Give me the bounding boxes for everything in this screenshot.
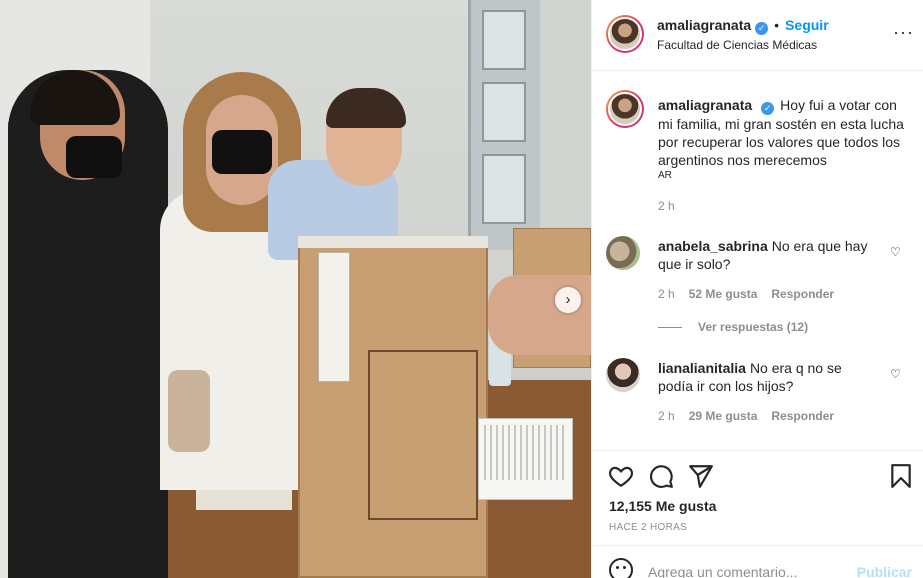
person-left-mask (66, 136, 122, 178)
like-comment-heart-icon[interactable]: ♡ (890, 246, 902, 258)
add-comment-bar: Publicar (592, 545, 923, 578)
door-pane (482, 154, 526, 224)
comment-icon[interactable] (648, 463, 674, 489)
comment-input[interactable] (648, 564, 848, 578)
commenter-avatar[interactable] (606, 358, 640, 392)
ballot-box-top (298, 236, 488, 248)
arm (488, 275, 591, 355)
ballot-box-print (368, 350, 478, 520)
comment-text-block: anabela_sabrina No era que hay que ir sol… (658, 237, 878, 273)
likes-count[interactable]: 12,155 Me gusta (609, 498, 716, 514)
comment-time[interactable]: 2 h (658, 287, 675, 301)
door-pane (482, 82, 526, 142)
ballot-box-label (318, 252, 350, 382)
post-side-panel: amaliagranata ✓ • Seguir Facultad de Cienci… (591, 0, 923, 578)
door-pane (482, 10, 526, 70)
save-bookmark-icon[interactable] (888, 463, 914, 489)
caption-avatar[interactable] (606, 90, 644, 128)
header-username[interactable]: amaliagranata (657, 17, 751, 33)
comment-meta: 2 h 29 Me gusta Responder (658, 409, 848, 423)
replies-line (658, 327, 682, 329)
heart-icon[interactable] (608, 463, 634, 489)
location-link[interactable]: Facultad de Ciencias Médicas (657, 38, 817, 52)
comment-likes[interactable]: 29 Me gusta (689, 409, 758, 423)
verified-icon: ✓ (761, 102, 775, 115)
post-actions: 12,155 Me gusta HACE 2 HORAS (592, 450, 923, 545)
wall-right (540, 0, 591, 230)
comment-username[interactable]: lianalianitalia (658, 360, 746, 376)
view-replies-label: Ver respuestas (12) (698, 320, 809, 334)
woman-mask (212, 130, 272, 174)
voter-register-lines (484, 425, 564, 480)
comment-username[interactable]: anabela_sabrina (658, 238, 768, 254)
comments-list[interactable]: amaliagranata ✓ Hoy fui a votar con mi fam… (592, 72, 923, 450)
region-tag: AR (658, 170, 672, 181)
next-photo-button[interactable]: › (555, 287, 581, 313)
child-hair (326, 88, 406, 128)
view-replies-button[interactable]: Ver respuestas (12) (658, 320, 808, 334)
commenter-avatar[interactable] (606, 236, 640, 270)
more-options-icon[interactable]: ··· (893, 22, 914, 43)
comment-text-block: lianalianitalia No era q no se podía ir c… (658, 359, 878, 395)
emoji-icon[interactable] (609, 558, 633, 578)
post-photo[interactable]: › (0, 0, 591, 578)
follow-button[interactable]: Seguir (785, 17, 829, 33)
verified-icon: ✓ (755, 22, 769, 35)
caption-time[interactable]: 2 h (658, 199, 675, 213)
publish-button[interactable]: Publicar (857, 564, 912, 578)
post-time[interactable]: HACE 2 HORAS (609, 522, 687, 533)
reply-button[interactable]: Responder (771, 287, 834, 301)
caption: amaliagranata ✓ Hoy fui a votar con mi fam… (658, 96, 908, 169)
chevron-right-icon: › (565, 291, 571, 308)
share-icon[interactable] (688, 463, 714, 489)
comment-likes[interactable]: 52 Me gusta (689, 287, 758, 301)
comment-time[interactable]: 2 h (658, 409, 675, 423)
reply-button[interactable]: Responder (771, 409, 834, 423)
avatar[interactable] (606, 15, 644, 53)
post-header: amaliagranata ✓ • Seguir Facultad de Cienci… (592, 0, 923, 71)
comment-meta: 2 h 52 Me gusta Responder (658, 287, 848, 301)
handbag (168, 370, 210, 452)
separator-dot: • (774, 17, 780, 33)
caption-username[interactable]: amaliagranata (658, 97, 752, 113)
like-comment-heart-icon[interactable]: ♡ (890, 368, 902, 380)
